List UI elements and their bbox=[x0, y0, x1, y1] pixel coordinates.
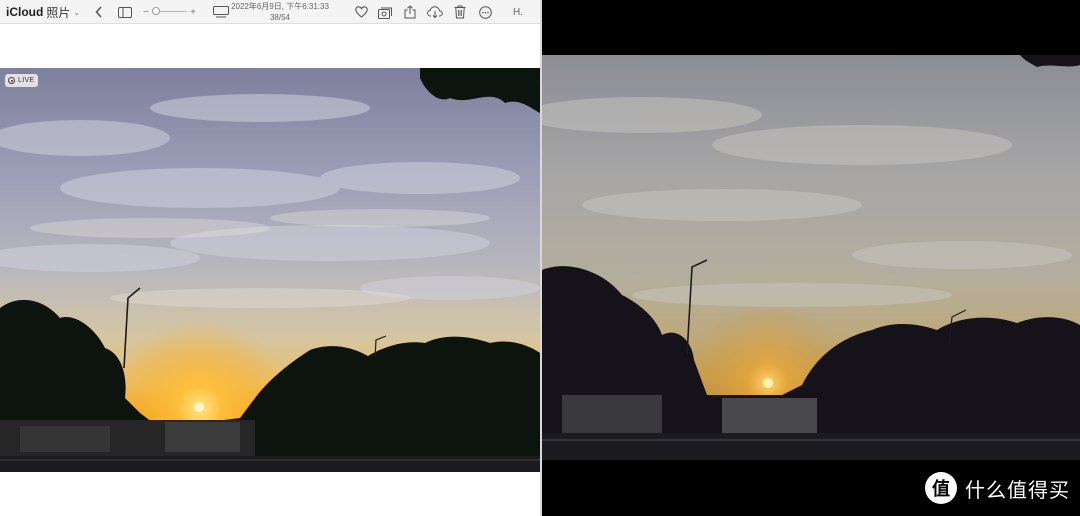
photo-edited bbox=[542, 55, 1080, 460]
favorite-button[interactable] bbox=[352, 0, 370, 24]
delete-button[interactable] bbox=[451, 0, 469, 24]
user-menu[interactable]: H. bbox=[508, 0, 528, 24]
sidebar-toggle-button[interactable] bbox=[116, 0, 134, 24]
zoom-in-button[interactable]: + bbox=[188, 0, 198, 24]
comparison-panel: 值 什么值得买 bbox=[542, 0, 1080, 516]
back-icon bbox=[95, 6, 102, 18]
watermark-logo: 值 bbox=[925, 472, 957, 504]
add-to-album-icon bbox=[378, 7, 392, 19]
add-to-album-button[interactable] bbox=[376, 0, 396, 24]
watermark: 值 什么值得买 bbox=[925, 472, 1070, 504]
icloud-photos-window: iCloud 照片 ⌄ − + 2022年6月9日, 下午6:31:33 38/… bbox=[0, 0, 540, 516]
share-icon bbox=[404, 5, 416, 19]
chevron-down-icon: ⌄ bbox=[73, 7, 81, 17]
watermark-text: 什么值得买 bbox=[965, 477, 1070, 502]
live-photo-icon bbox=[8, 77, 15, 84]
photo-edited-image bbox=[542, 55, 1080, 460]
share-button[interactable] bbox=[401, 0, 419, 24]
back-button[interactable] bbox=[91, 0, 107, 24]
sidebar-icon bbox=[118, 6, 132, 18]
heart-icon bbox=[354, 6, 368, 18]
section-name: 照片 bbox=[46, 5, 71, 20]
live-label: LIVE bbox=[18, 77, 35, 84]
zoom-slider-knob[interactable] bbox=[152, 7, 160, 15]
photo-original bbox=[0, 68, 540, 472]
more-icon bbox=[478, 5, 492, 19]
photo-info: 2022年6月9日, 下午6:31:33 38/54 bbox=[218, 1, 342, 23]
more-button[interactable] bbox=[476, 0, 494, 24]
photo-original-image bbox=[0, 68, 540, 472]
photo-date: 2022年6月9日, 下午6:31:33 bbox=[231, 2, 329, 11]
trash-icon bbox=[454, 5, 466, 19]
live-photo-badge[interactable]: LIVE bbox=[5, 74, 39, 87]
download-icon bbox=[427, 6, 443, 18]
app-name: iCloud bbox=[6, 5, 44, 19]
zoom-out-button[interactable]: − bbox=[141, 0, 151, 24]
download-button[interactable] bbox=[425, 0, 445, 24]
photo-counter: 38/54 bbox=[269, 13, 291, 22]
toolbar: iCloud 照片 ⌄ − + 2022年6月9日, 下午6:31:33 38/… bbox=[0, 0, 540, 24]
app-switcher[interactable]: iCloud 照片 ⌄ bbox=[6, 0, 80, 24]
